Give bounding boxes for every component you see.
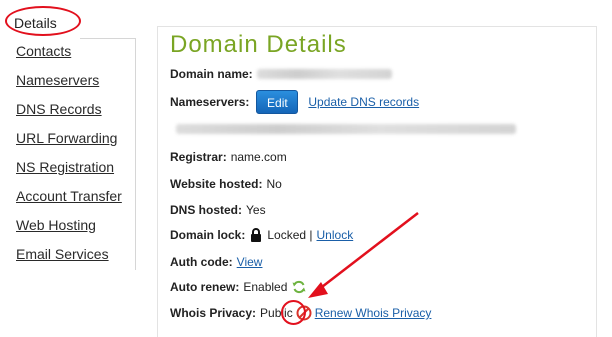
domain-name-row: Domain name: [170, 67, 392, 81]
sidebar-divider [135, 38, 136, 270]
website-hosted-label: Website hosted: [170, 177, 263, 191]
tab-divider [80, 38, 136, 39]
domain-lock-row: Domain lock: Locked | Unlock [170, 228, 353, 242]
sidebar-item-dns-records[interactable]: DNS Records [16, 101, 102, 117]
auto-renew-value: Enabled [243, 280, 288, 294]
domain-lock-label: Domain lock: [170, 228, 246, 242]
dns-hosted-row: DNS hosted: Yes [170, 203, 266, 217]
whois-privacy-label: Whois Privacy: [170, 306, 257, 320]
annotation-circle [281, 300, 306, 325]
auth-code-label: Auth code: [170, 255, 233, 269]
nameservers-list [176, 124, 516, 134]
domain-lock-value: Locked | [267, 228, 313, 242]
domain-name-redacted [256, 69, 392, 79]
dns-hosted-value: Yes [246, 203, 266, 217]
renew-whois-privacy-link[interactable]: Renew Whois Privacy [315, 306, 432, 320]
nameservers-label: Nameservers: [170, 95, 250, 109]
auto-renew-label: Auto renew: [170, 280, 240, 294]
lock-icon [250, 228, 262, 242]
unlock-link[interactable]: Unlock [317, 228, 354, 242]
sidebar-item-email-services[interactable]: Email Services [16, 246, 109, 262]
sidebar: Details Contacts Nameservers DNS Records… [0, 0, 137, 337]
registrar-value: name.com [230, 150, 287, 164]
sidebar-item-contacts[interactable]: Contacts [16, 43, 71, 59]
sidebar-item-url-forwarding[interactable]: URL Forwarding [16, 130, 117, 146]
registrar-row: Registrar: name.com [170, 150, 287, 164]
sidebar-item-account-transfer[interactable]: Account Transfer [16, 188, 122, 204]
website-hosted-value: No [266, 177, 282, 191]
nameservers-redacted [176, 124, 516, 134]
edit-button[interactable]: Edit [256, 90, 299, 114]
domain-name-label: Domain name: [170, 67, 253, 81]
sidebar-item-web-hosting[interactable]: Web Hosting [16, 217, 96, 233]
dns-hosted-label: DNS hosted: [170, 203, 242, 217]
annotation-ellipse [5, 6, 81, 36]
page-title: Domain Details [170, 31, 347, 58]
website-hosted-row: Website hosted: No [170, 177, 282, 191]
auth-code-row: Auth code: View [170, 255, 262, 269]
refresh-icon[interactable] [292, 280, 306, 294]
sidebar-item-nameservers[interactable]: Nameservers [16, 72, 99, 88]
update-dns-link[interactable]: Update DNS records [308, 95, 419, 109]
auto-renew-row: Auto renew: Enabled [170, 280, 306, 294]
nameservers-row: Nameservers: Edit Update DNS records [170, 90, 419, 114]
registrar-label: Registrar: [170, 150, 227, 164]
sidebar-item-ns-registration[interactable]: NS Registration [16, 159, 114, 175]
view-auth-code-link[interactable]: View [237, 255, 263, 269]
